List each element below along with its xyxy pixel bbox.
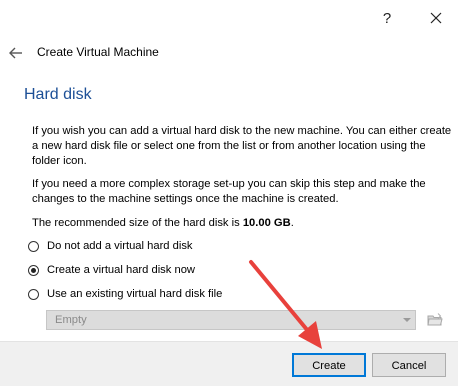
recommended-size-text: The recommended size of the hard disk is… <box>32 216 452 231</box>
radio-button-checked[interactable] <box>28 264 39 276</box>
arrow-left-icon <box>9 47 22 59</box>
dialog-title: Create Virtual Machine <box>37 45 159 59</box>
radio-button[interactable] <box>28 240 39 252</box>
existing-disk-select[interactable]: Empty <box>46 310 416 330</box>
radio-existing-disk[interactable]: Use an existing virtual hard disk file <box>28 286 222 302</box>
create-button[interactable]: Create <box>292 353 366 377</box>
back-button[interactable] <box>6 44 26 62</box>
folder-icon <box>427 313 443 326</box>
recommended-suffix: . <box>290 217 294 229</box>
select-value: Empty <box>55 314 87 326</box>
cancel-button[interactable]: Cancel <box>372 353 446 377</box>
radio-label: Use an existing virtual hard disk file <box>47 288 223 300</box>
radio-label: Do not add a virtual hard disk <box>47 240 193 252</box>
chevron-down-icon <box>403 318 411 322</box>
description-text: If you wish you can add a virtual hard d… <box>32 125 452 167</box>
advanced-hint-text: If you need a more complex storage set-u… <box>32 178 426 205</box>
radio-button[interactable] <box>28 288 39 300</box>
recommended-prefix: The recommended size of the hard disk is <box>32 217 243 229</box>
close-button[interactable] <box>424 6 448 30</box>
radio-create-disk[interactable]: Create a virtual hard disk now <box>28 262 195 278</box>
help-button[interactable]: ? <box>376 8 398 30</box>
button-bar: Create Cancel <box>0 341 458 386</box>
create-vm-dialog: ? Create Virtual Machine Hard disk If yo… <box>0 0 458 386</box>
close-icon <box>430 12 442 24</box>
radio-no-disk[interactable]: Do not add a virtual hard disk <box>28 238 193 254</box>
radio-label: Create a virtual hard disk now <box>47 264 195 276</box>
choose-disk-file-button[interactable] <box>426 311 444 329</box>
title-bar: ? <box>0 0 458 36</box>
page-title: Hard disk <box>24 86 92 103</box>
recommended-size-value: 10.00 GB <box>242 217 291 229</box>
